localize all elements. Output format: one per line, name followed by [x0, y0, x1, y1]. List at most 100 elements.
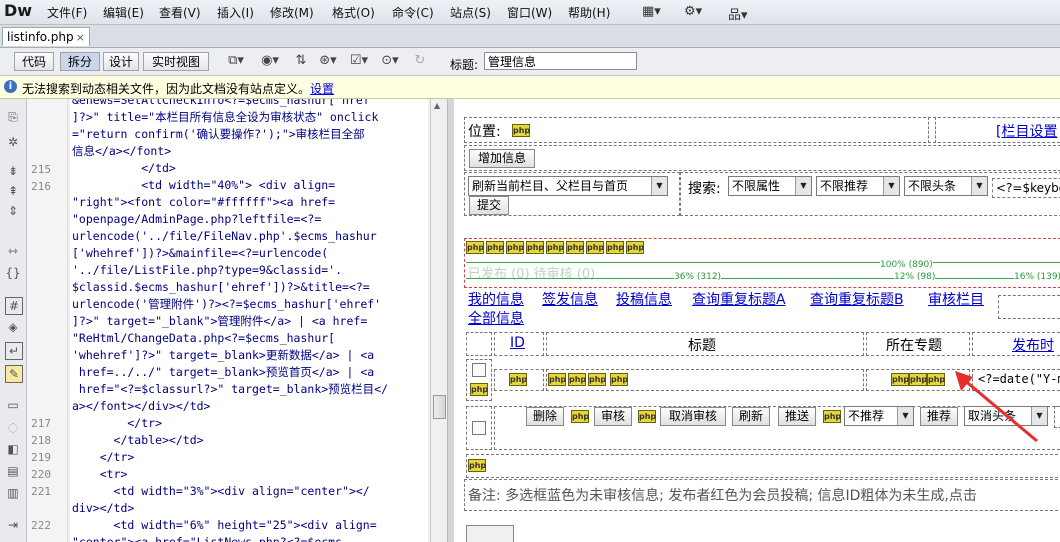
indent-code-icon[interactable]: ⇥ — [5, 517, 21, 533]
scrollbar-thumb[interactable] — [433, 395, 446, 419]
menu-modify[interactable]: 修改(M) — [270, 4, 314, 21]
php-icon: php — [512, 124, 531, 137]
attribute-filter-select[interactable]: 不限属性 ▼ — [728, 176, 812, 196]
scroll-up-icon[interactable]: ▲ — [434, 101, 440, 110]
menu-window[interactable]: 窗口(W) — [507, 4, 552, 21]
select-all-checkbox[interactable] — [472, 421, 486, 435]
php-icon: php — [548, 373, 567, 386]
column-settings-link[interactable]: [栏目设置 — [996, 121, 1057, 141]
dup-title-a-link[interactable]: 查询重复标题A — [692, 289, 786, 309]
code-line: &enews=SetAllCheckInfo<?=$ecms_hashur['h… — [72, 99, 370, 107]
php-icon: php — [891, 373, 910, 386]
design-view-button[interactable]: 设计 — [103, 52, 139, 71]
design-view[interactable]: 位置: php [栏目设置 增加信息 刷新当前栏目、父栏目与首页 ▼ 提交 搜索:… — [454, 99, 1060, 542]
menu-view[interactable]: 查看(V) — [159, 4, 201, 21]
all-info-link[interactable]: 全部信息 — [468, 308, 524, 328]
word-wrap-icon[interactable]: ↵ — [5, 342, 23, 360]
sign-info-link[interactable]: 签发信息 — [542, 289, 598, 309]
chevron-down-icon: ▼ — [795, 177, 811, 195]
header-cell — [466, 332, 492, 356]
line-numbers-icon[interactable]: # — [5, 297, 23, 315]
col-publish-link[interactable]: 发布时 — [1012, 335, 1054, 355]
app-logo: Dw — [4, 1, 33, 20]
document-tab[interactable]: listinfo.php × — [2, 27, 90, 46]
row-checkbox[interactable] — [472, 363, 486, 377]
push-button[interactable]: 推送 — [778, 407, 816, 426]
expand-all-icon[interactable]: ⇕ — [5, 203, 21, 219]
setup-link[interactable]: 设置 — [310, 82, 334, 96]
headline-filter-select[interactable]: 不限头条 ▼ — [904, 176, 988, 196]
title-input[interactable]: 管理信息 — [484, 52, 637, 70]
refresh-select[interactable]: 刷新当前栏目、父栏目与首页 ▼ — [468, 176, 668, 196]
line-number: 221 — [31, 485, 51, 498]
audit-column-link[interactable]: 审核栏目 — [928, 289, 984, 309]
check-browser-icon[interactable]: ⊛▾ — [318, 53, 338, 71]
ruler-label: 16% (139) — [1014, 272, 1060, 282]
show-code-navigator-icon[interactable]: ✲ — [5, 134, 21, 150]
refresh-icon[interactable]: ↻ — [410, 53, 430, 71]
code-line: 'whehref']?>" target=_blank>更新数据</a> | <… — [72, 348, 375, 362]
validate-icon[interactable]: ☑▾ — [349, 53, 369, 71]
document-tab-label: listinfo.php — [7, 30, 74, 44]
add-info-button[interactable]: 增加信息 — [469, 149, 535, 168]
code-editor[interactable]: &enews=SetAllCheckInfo<?=$ecms_hashur['h… — [70, 99, 428, 542]
open-documents-icon[interactable]: ⎘ — [5, 109, 21, 125]
menu-file[interactable]: 文件(F) — [47, 4, 87, 21]
cancel-audit-button[interactable]: 取消审核 — [660, 407, 726, 426]
code-line: href="<?=$classurl?>" target=_blank>预览栏目… — [72, 382, 389, 396]
menu-site[interactable]: 站点(S) — [450, 4, 491, 21]
preview-browser-icon[interactable]: ◉▾ — [260, 53, 280, 71]
code-line: <td width="3%"><div align="center"></ — [72, 484, 370, 498]
code-view-button[interactable]: 代码 — [14, 52, 54, 71]
audit-button[interactable]: 审核 — [594, 407, 632, 426]
close-icon[interactable]: × — [76, 28, 85, 47]
code-scrollbar[interactable]: ▲ — [430, 99, 447, 542]
split-view-button[interactable]: 拆分 — [60, 52, 100, 71]
visual-aids-icon[interactable]: ⊙▾ — [380, 53, 400, 71]
select-parent-tag-icon[interactable]: ⇿ — [5, 243, 21, 259]
delete-button[interactable]: 删除 — [526, 407, 564, 426]
position-cell — [464, 117, 936, 143]
menu-commands[interactable]: 命令(C) — [392, 4, 434, 21]
syntax-coloring-icon[interactable]: ✎ — [5, 365, 23, 383]
submit-button[interactable]: 提交 — [469, 196, 509, 215]
submit-info-link[interactable]: 投稿信息 — [616, 289, 672, 309]
collapse-selection-icon[interactable]: ⇞ — [5, 183, 21, 199]
live-view-button[interactable]: 实时视图 — [143, 52, 209, 71]
menu-help[interactable]: 帮助(H) — [568, 4, 610, 21]
highlight-invalid-icon[interactable]: ◈ — [5, 319, 21, 335]
code-line: </tr> — [72, 416, 163, 430]
menu-format[interactable]: 格式(O) — [332, 4, 375, 21]
move-css-icon[interactable]: ▥ — [5, 485, 21, 501]
php-icon: php — [571, 410, 590, 423]
info-message: 无法搜索到动态相关文件，因为此文档没有站点定义。设置 — [22, 80, 334, 97]
line-number: 217 — [31, 417, 51, 430]
line-number: 215 — [31, 163, 51, 176]
file-management-icon[interactable]: ⇅ — [291, 53, 311, 71]
layout-icon[interactable]: ▦▾ — [642, 4, 661, 20]
recommend-filter-select[interactable]: 不限推荐 ▼ — [816, 176, 900, 196]
apply-comment-icon[interactable]: ▭ — [5, 397, 21, 413]
recommend-level-select[interactable]: 不推荐 ▼ — [844, 406, 914, 426]
menu-edit[interactable]: 编辑(E) — [103, 4, 144, 21]
my-info-link[interactable]: 我的信息 — [468, 289, 524, 309]
multiscreen-icon[interactable]: ⧉▾ — [226, 53, 246, 71]
site-icon[interactable]: 品▾ — [728, 4, 748, 23]
code-line: "center"><a href="ListNews.php?<?=$ecms_ — [72, 535, 349, 542]
line-number: 219 — [31, 451, 51, 464]
wrap-tag-icon[interactable]: ◧ — [5, 441, 21, 457]
gear-icon[interactable]: ⚙▾ — [684, 4, 702, 20]
balance-braces-icon[interactable]: {} — [5, 265, 21, 281]
headline-filter-value: 不限头条 — [908, 179, 957, 193]
collapse-full-tag-icon[interactable]: ⇟ — [5, 163, 21, 179]
menu-insert[interactable]: 插入(I) — [217, 4, 254, 21]
ruler-label: 100% (890) — [880, 260, 933, 270]
recent-snippets-icon[interactable]: ▤ — [5, 463, 21, 479]
col-id-link[interactable]: ID — [510, 335, 525, 351]
keyword-field[interactable]: <?=$keybo — [992, 178, 1060, 198]
dup-title-b-link[interactable]: 查询重复标题B — [810, 289, 904, 309]
refresh-button[interactable]: 刷新 — [732, 407, 770, 426]
remove-comment-icon[interactable]: ◌ — [5, 419, 21, 435]
menu-bar: Dw 文件(F) 编辑(E) 查看(V) 插入(I) 修改(M) 格式(O) 命… — [0, 0, 1060, 25]
code-line: ['whehref'])?>&mainfile=<?=urlencode( — [72, 246, 329, 260]
